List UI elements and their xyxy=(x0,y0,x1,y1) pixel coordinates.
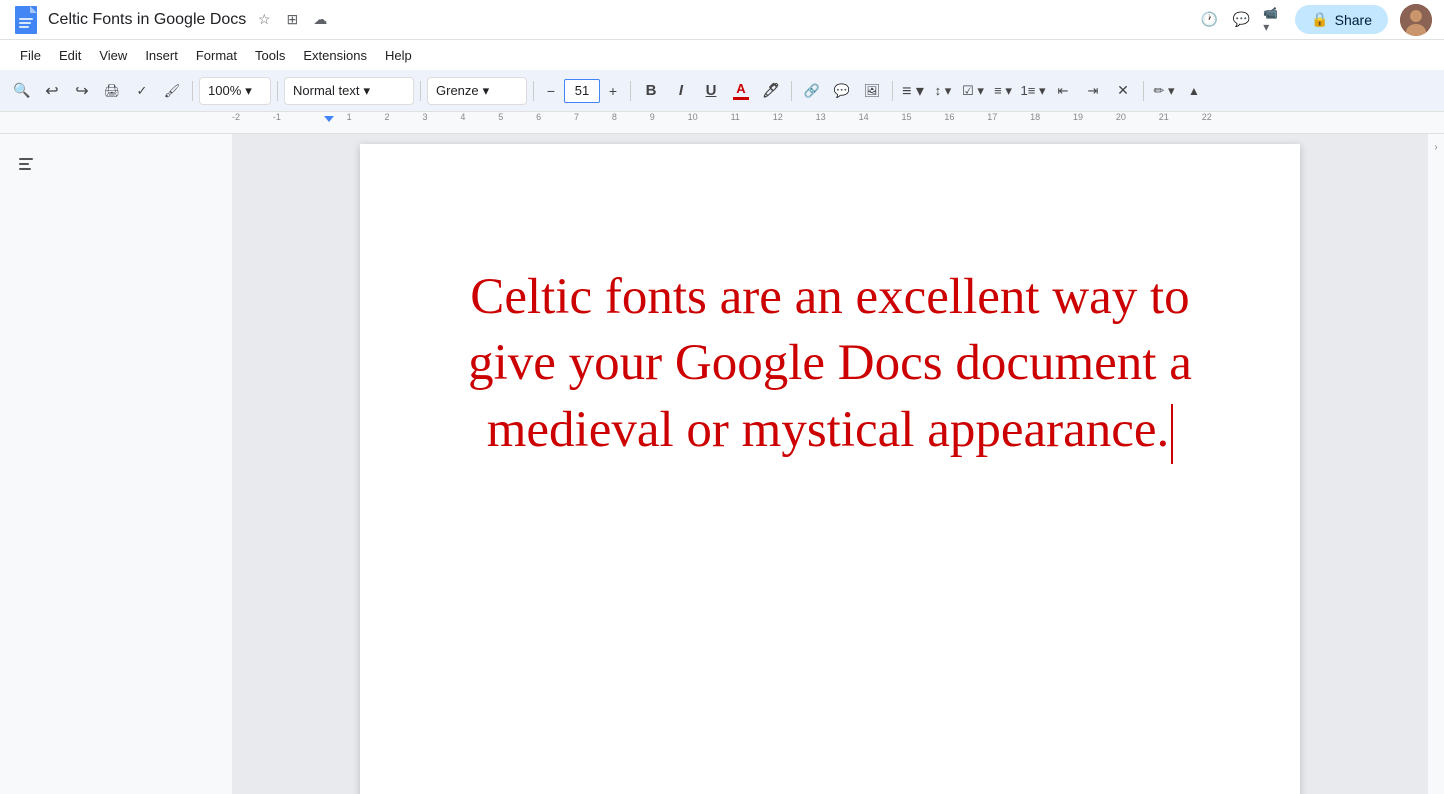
toolbar-sep-3 xyxy=(420,81,421,101)
insert-image-button[interactable]: 🖼 xyxy=(858,77,886,105)
doc-title: Celtic Fonts in Google Docs xyxy=(48,11,246,29)
toolbar-sep-2 xyxy=(277,81,278,101)
collapse-right-panel-button[interactable]: › xyxy=(1434,142,1437,153)
font-size-area: − + xyxy=(540,79,624,103)
history-icon[interactable]: 🕐 xyxy=(1199,10,1219,30)
folder-icon[interactable]: ⊞ xyxy=(282,10,302,30)
pencil-button[interactable]: ✏ ▾ xyxy=(1150,77,1178,105)
menu-extensions[interactable]: Extensions xyxy=(295,44,375,67)
toolbar-sep-4 xyxy=(533,81,534,101)
insert-comment-button[interactable]: 💬 xyxy=(828,77,856,105)
checklist-button[interactable]: ☑ ▾ xyxy=(959,77,987,105)
insert-link-button[interactable]: 🔗 xyxy=(798,77,826,105)
menu-file[interactable]: File xyxy=(12,44,49,67)
bullet-list-button[interactable]: ≡ ▾ xyxy=(989,77,1017,105)
align-button[interactable]: ≡ ▾ xyxy=(899,77,927,105)
menu-bar: File Edit View Insert Format Tools Exten… xyxy=(0,40,1444,70)
title-icons: ☆ ⊞ ☁ xyxy=(254,10,330,30)
main-area: Celtic fonts are an excellent way to giv… xyxy=(0,134,1444,794)
text-color-button[interactable]: A xyxy=(727,77,755,105)
outline-toggle[interactable] xyxy=(0,146,232,187)
doc-icon xyxy=(12,4,40,36)
zoom-dropdown[interactable]: 100% ▾ xyxy=(199,77,271,105)
page-container[interactable]: Celtic fonts are an excellent way to giv… xyxy=(232,134,1428,794)
text-cursor xyxy=(1171,404,1173,464)
comment-icon[interactable]: 💬 xyxy=(1231,10,1251,30)
zoom-value: 100% xyxy=(208,83,241,98)
menu-tools[interactable]: Tools xyxy=(247,44,293,67)
clear-format-button[interactable]: ✕ xyxy=(1109,77,1137,105)
ruler: -2 -1 1 2 3 4 5 6 7 8 9 10 11 12 13 14 1… xyxy=(0,112,1444,134)
paint-format-button[interactable]: 🖌 xyxy=(158,77,186,105)
toolbar-sep-8 xyxy=(1143,81,1144,101)
lock-icon: 🔒 xyxy=(1311,11,1328,28)
print-button[interactable]: 🖨 xyxy=(98,77,126,105)
ruler-tab-marker xyxy=(324,116,334,122)
style-value: Normal text xyxy=(293,83,359,98)
title-bar: Celtic Fonts in Google Docs ☆ ⊞ ☁ 🕐 💬 📹 … xyxy=(0,0,1444,40)
toolbar-sep-7 xyxy=(892,81,893,101)
italic-button[interactable]: I xyxy=(667,77,695,105)
style-dropdown[interactable]: Normal text ▾ xyxy=(284,77,414,105)
numbered-list-button[interactable]: 1≡ ▾ xyxy=(1019,77,1047,105)
menu-help[interactable]: Help xyxy=(377,44,420,67)
search-button[interactable]: 🔍 xyxy=(8,77,36,105)
spellcheck-button[interactable]: ✓ xyxy=(128,77,156,105)
font-size-input[interactable] xyxy=(564,79,600,103)
meet-icon[interactable]: 📹 ▾ xyxy=(1263,10,1283,30)
undo-button[interactable]: ↩ xyxy=(38,77,66,105)
highlight-button[interactable]: 🖊 xyxy=(757,77,785,105)
toolbar-sep-5 xyxy=(630,81,631,101)
decrease-indent-button[interactable]: ⇤ xyxy=(1049,77,1077,105)
share-label: Share xyxy=(1335,12,1372,28)
doc-content-area[interactable]: Celtic fonts are an excellent way to giv… xyxy=(440,264,1220,464)
font-dropdown[interactable]: Grenze ▾ xyxy=(427,77,527,105)
toolbar-sep-1 xyxy=(192,81,193,101)
share-button[interactable]: 🔒 Share xyxy=(1295,5,1388,34)
title-bar-right: 🕐 💬 📹 ▾ 🔒 Share xyxy=(1199,4,1432,36)
collapse-toolbar-button[interactable]: ▲ xyxy=(1180,77,1208,105)
text-color-indicator: A xyxy=(733,81,749,100)
redo-button[interactable]: ↪ xyxy=(68,77,96,105)
increase-font-size-button[interactable]: + xyxy=(602,80,624,102)
increase-indent-button[interactable]: ⇥ xyxy=(1079,77,1107,105)
toolbar: 🔍 ↩ ↪ 🖨 ✓ 🖌 100% ▾ Normal text ▾ Grenze … xyxy=(0,70,1444,112)
page[interactable]: Celtic fonts are an excellent way to giv… xyxy=(360,144,1300,794)
menu-edit[interactable]: Edit xyxy=(51,44,89,67)
avatar[interactable] xyxy=(1400,4,1432,36)
left-panel xyxy=(0,134,232,794)
decrease-font-size-button[interactable]: − xyxy=(540,80,562,102)
right-panel: › xyxy=(1428,134,1444,794)
zoom-chevron: ▾ xyxy=(245,83,252,99)
cloud-icon[interactable]: ☁ xyxy=(310,10,330,30)
ruler-numbers: -2 -1 1 2 3 4 5 6 7 8 9 10 11 12 13 14 1… xyxy=(0,112,1444,124)
bold-button[interactable]: B xyxy=(637,77,665,105)
style-chevron: ▾ xyxy=(363,83,370,99)
menu-insert[interactable]: Insert xyxy=(137,44,186,67)
star-icon[interactable]: ☆ xyxy=(254,10,274,30)
font-chevron: ▾ xyxy=(483,83,490,99)
font-value: Grenze xyxy=(436,83,479,98)
underline-button[interactable]: U xyxy=(697,77,725,105)
menu-format[interactable]: Format xyxy=(188,44,245,67)
line-spacing-button[interactable]: ↕ ▾ xyxy=(929,77,957,105)
toolbar-sep-6 xyxy=(791,81,792,101)
menu-view[interactable]: View xyxy=(91,44,135,67)
